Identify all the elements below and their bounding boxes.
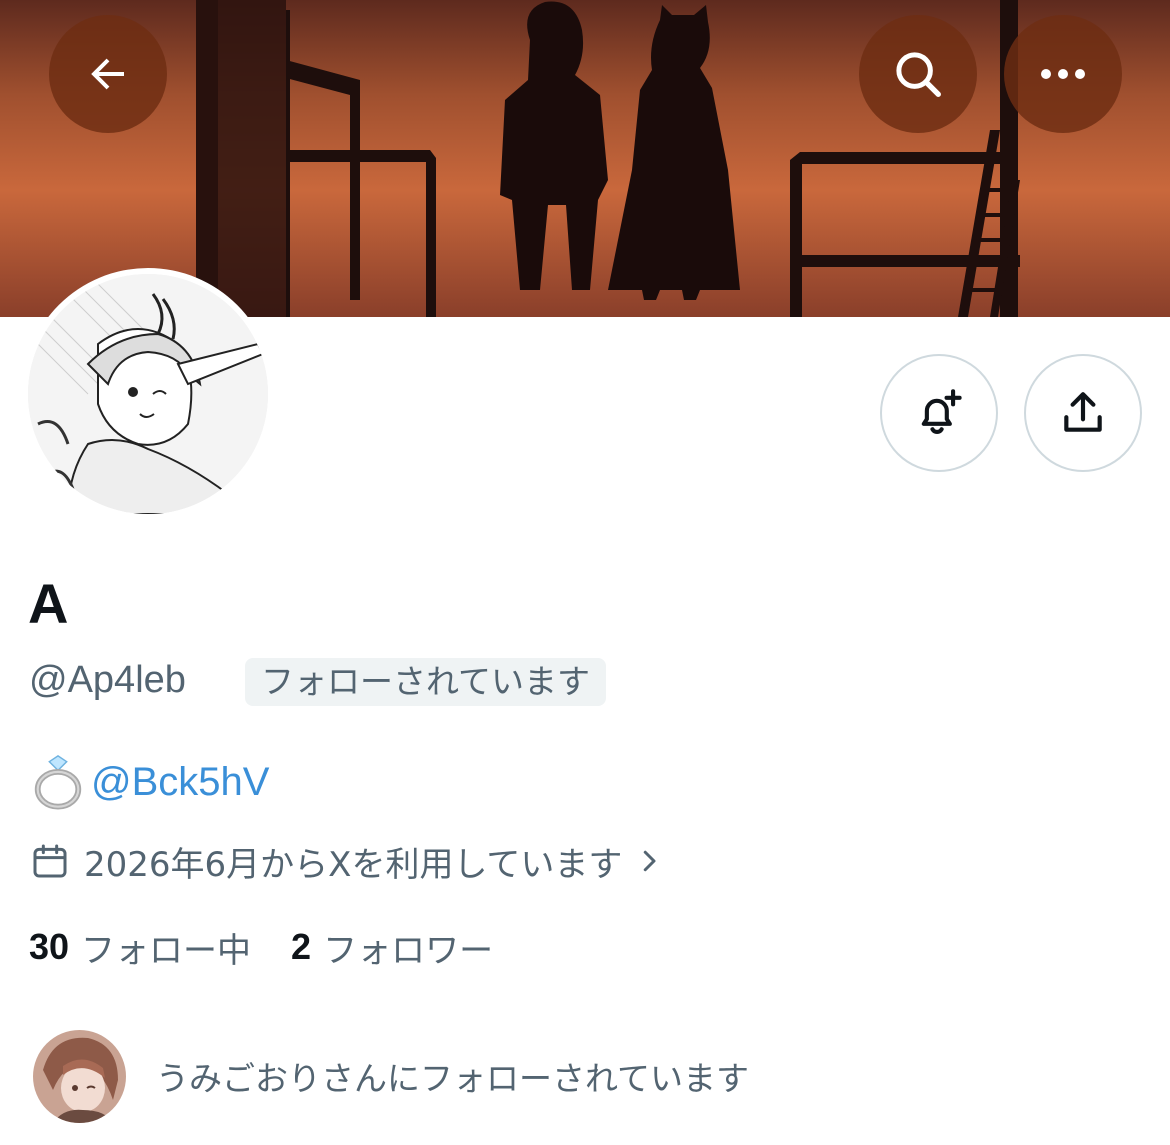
- share-upload-icon: [1064, 392, 1102, 432]
- avatar-image: [28, 274, 268, 514]
- bio-mention-link[interactable]: @Bck5hV: [91, 760, 269, 805]
- search-button[interactable]: [859, 15, 977, 133]
- arrow-left-icon: [91, 58, 124, 90]
- more-horizontal-icon: [1041, 69, 1085, 79]
- back-button[interactable]: [49, 15, 167, 133]
- notifications-button[interactable]: [880, 354, 998, 472]
- chevron-right-icon: [644, 850, 656, 872]
- profile-banner[interactable]: [0, 0, 1170, 317]
- follow-stats: 30 フォロー中 2 フォロワー: [29, 922, 533, 972]
- follower-avatar-image: [33, 1029, 126, 1123]
- share-button[interactable]: [1024, 354, 1142, 472]
- joined-date-row[interactable]: 2026年6月からXを利用しています: [30, 836, 664, 886]
- bell-plus-icon: [921, 389, 962, 434]
- profile-avatar[interactable]: [22, 268, 274, 520]
- following-label[interactable]: フォロー中: [81, 923, 251, 972]
- more-options-button[interactable]: [1004, 15, 1122, 133]
- following-count[interactable]: 30: [29, 926, 69, 968]
- search-icon: [896, 52, 941, 97]
- followed-by-row[interactable]: うみごおりさんにフォローされています: [33, 1029, 749, 1123]
- followers-count[interactable]: 2: [291, 926, 311, 968]
- user-handle: @Ap4leb: [29, 659, 186, 701]
- banner-image: [0, 0, 1170, 317]
- followers-label[interactable]: フォロワー: [323, 923, 493, 972]
- ring-emoji-icon: [34, 755, 82, 810]
- followed-by-text: うみごおりさんにフォローされています: [156, 1059, 750, 1098]
- profile-bio: @Bck5hV: [29, 752, 269, 812]
- display-name: A: [28, 572, 69, 635]
- follows-you-badge: フォローされています: [245, 658, 607, 706]
- joined-date-text: 2026年6月からXを利用しています: [84, 844, 623, 885]
- follower-avatar: [33, 1029, 126, 1123]
- calendar-icon: [33, 844, 67, 878]
